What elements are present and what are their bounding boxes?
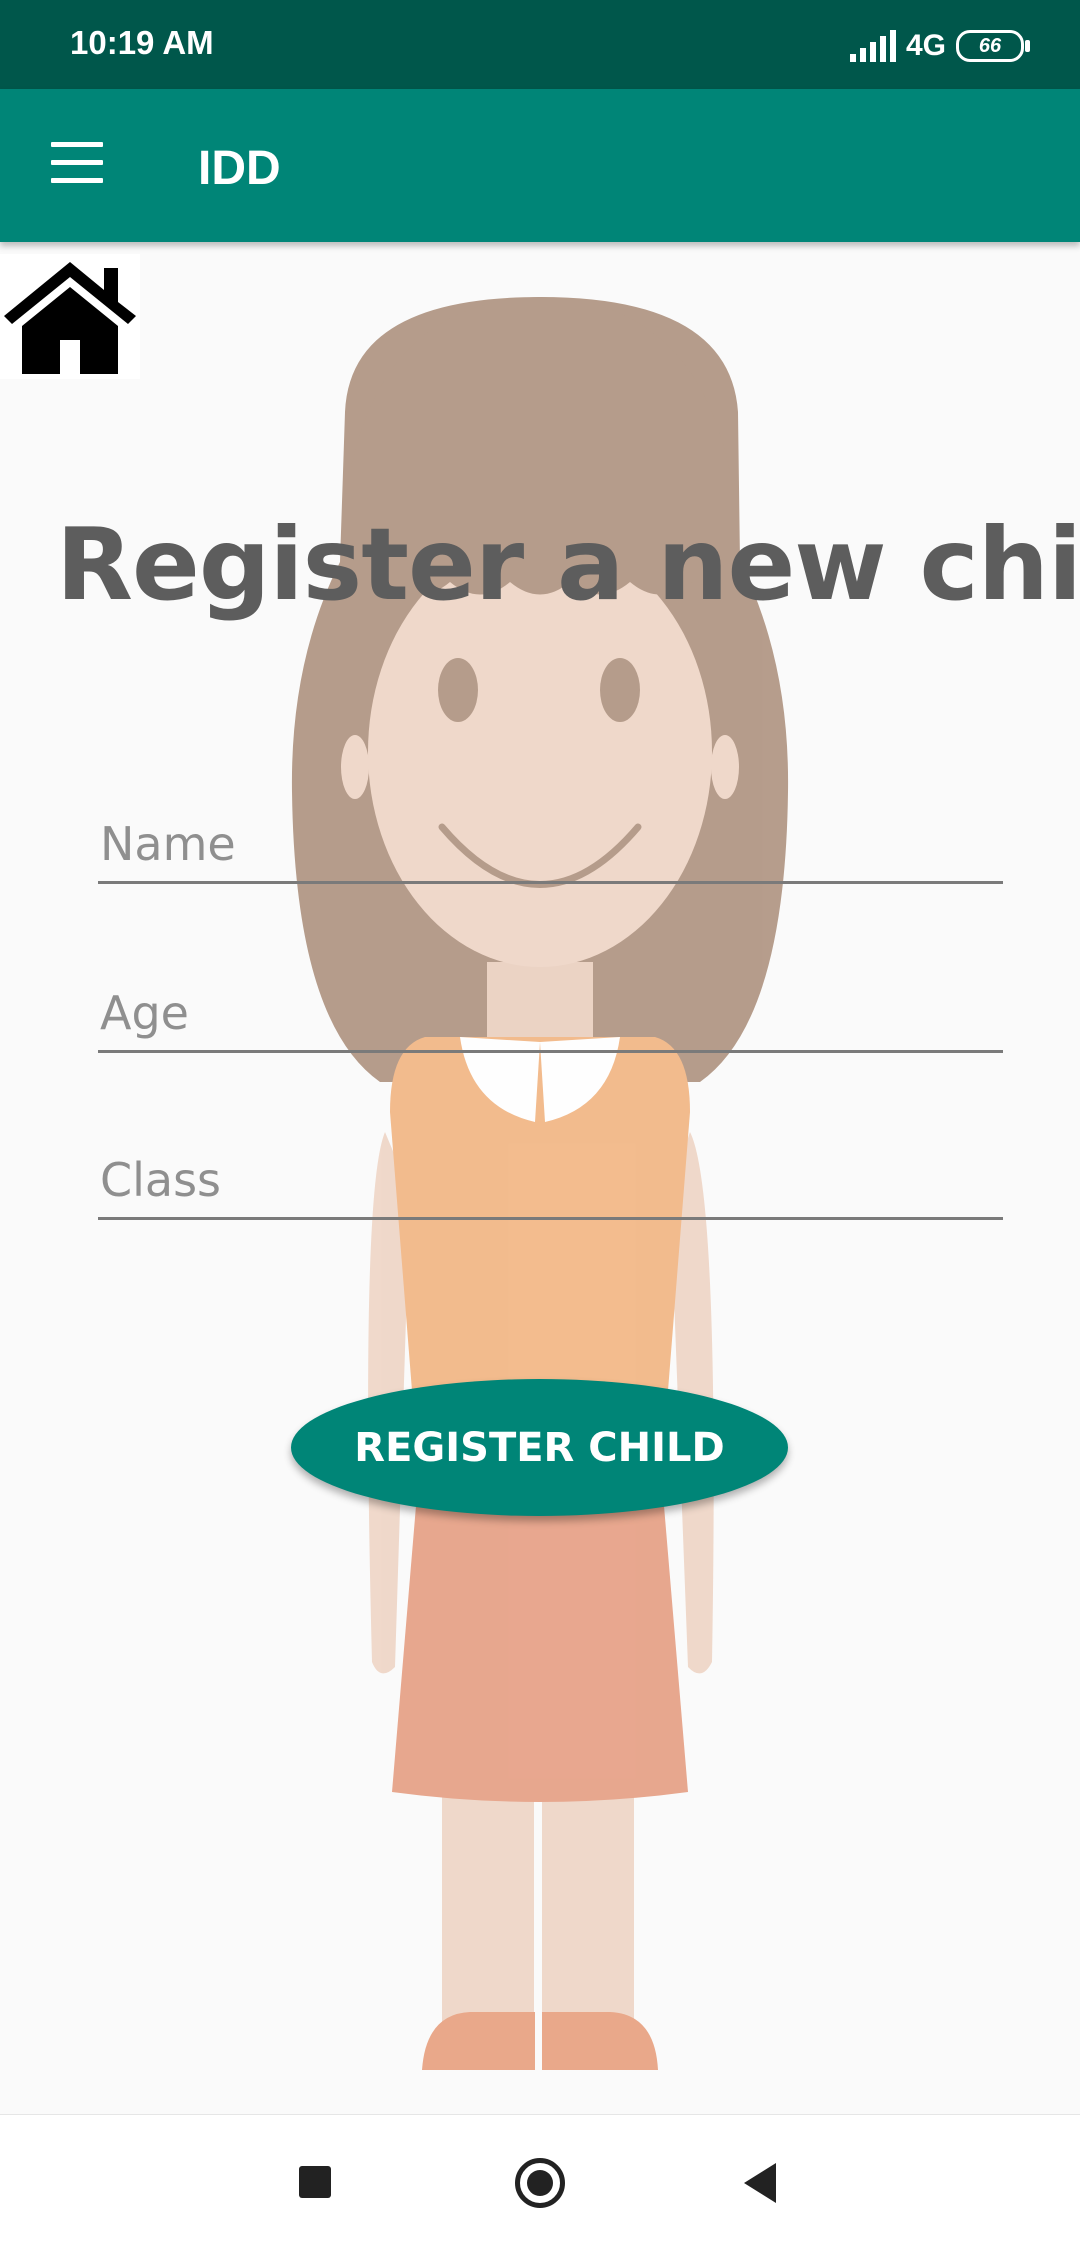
system-nav-bar: [0, 2114, 1080, 2247]
signal-icon: [849, 30, 896, 62]
status-time: 10:19 AM: [70, 24, 214, 61]
home-icon: [4, 262, 136, 374]
app-title: IDD: [198, 142, 281, 195]
age-field[interactable]: [98, 970, 1003, 1053]
name-field[interactable]: [98, 801, 1003, 884]
register-child-button[interactable]: REGISTER CHILD: [291, 1379, 788, 1516]
home-button[interactable]: [0, 254, 140, 379]
app-bar: IDD: [0, 89, 1080, 242]
status-bar: 10:19 AM 4G 66: [0, 0, 1080, 89]
triangle-back-icon[interactable]: [744, 2163, 776, 2203]
page-title: Register a new child: [56, 506, 1080, 623]
class-field[interactable]: [98, 1137, 1003, 1220]
network-type: 4G: [905, 29, 946, 62]
class-input[interactable]: [100, 1153, 980, 1207]
name-input[interactable]: [100, 817, 980, 871]
age-input[interactable]: [100, 986, 980, 1040]
status-icons: 4G 66: [849, 26, 1030, 66]
content-area: Register a new child REGISTER CHILD: [0, 242, 1080, 2114]
hamburger-menu-icon[interactable]: [40, 134, 110, 194]
battery-icon: 66: [956, 30, 1030, 62]
square-recents-icon[interactable]: [299, 2166, 331, 2198]
circle-home-icon[interactable]: [515, 2158, 565, 2208]
